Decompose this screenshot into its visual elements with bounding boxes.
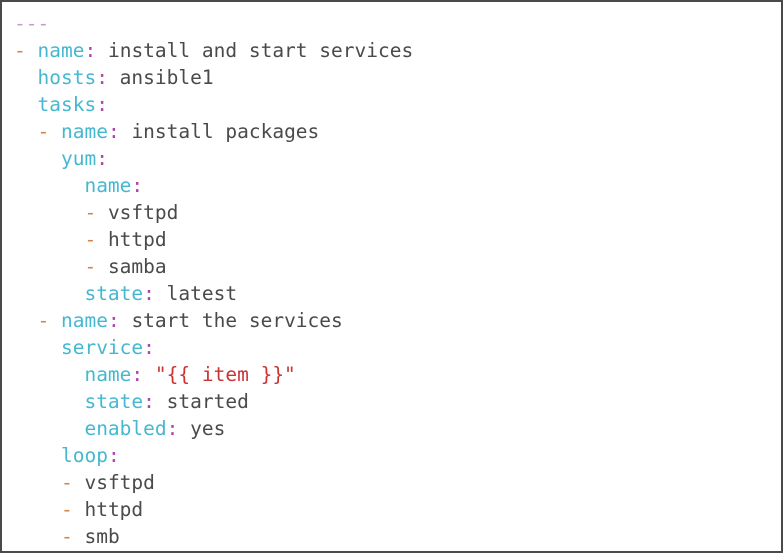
code-line: tasks: <box>14 91 771 118</box>
yaml-key: enabled <box>84 417 167 440</box>
yaml-list-dash: - <box>37 120 50 143</box>
code-line: - name: install and start services <box>14 37 771 64</box>
code-line: - samba <box>14 253 771 280</box>
yaml-list-dash: - <box>60 498 73 521</box>
yaml-value: vsftpd <box>96 201 179 224</box>
code-line: - httpd <box>14 226 771 253</box>
code-line: service: <box>14 334 771 361</box>
code-line: yum: <box>14 145 771 172</box>
yaml-colon: : <box>166 417 179 440</box>
yaml-list-dash: - <box>84 228 97 251</box>
yaml-string: "{{ item }}" <box>154 363 296 386</box>
yaml-colon: : <box>107 120 120 143</box>
yaml-key: loop <box>60 444 108 467</box>
yaml-document-marker: --- <box>14 12 50 35</box>
yaml-value: vsftpd <box>72 471 155 494</box>
yaml-space <box>49 120 61 143</box>
yaml-colon: : <box>96 147 108 170</box>
yaml-colon: : <box>143 336 155 359</box>
yaml-key: state <box>84 282 144 305</box>
yaml-list-dash: - <box>14 39 26 62</box>
code-line: enabled: yes <box>14 415 771 442</box>
yaml-key: name <box>84 174 132 197</box>
yaml-value: start the services <box>119 309 343 332</box>
yaml-list-dash: - <box>84 201 97 224</box>
yaml-value: started <box>154 390 249 413</box>
yaml-space <box>49 309 61 332</box>
code-line: state: started <box>14 388 771 415</box>
yaml-colon: : <box>143 390 155 413</box>
yaml-colon: : <box>84 39 97 62</box>
code-line: - httpd <box>14 496 771 523</box>
yaml-value: yes <box>178 417 226 440</box>
yaml-key: tasks <box>37 93 97 116</box>
yaml-colon: : <box>143 282 155 305</box>
yaml-value: ansible1 <box>107 66 214 89</box>
yaml-value: smb <box>72 525 120 548</box>
yaml-colon: : <box>96 66 108 89</box>
yaml-value: install and start services <box>96 39 414 62</box>
code-line: name: <box>14 172 771 199</box>
yaml-colon: : <box>131 363 144 386</box>
yaml-key: yum <box>60 147 97 170</box>
yaml-list-dash: - <box>37 309 50 332</box>
yaml-value: samba <box>96 255 167 278</box>
code-line: hosts: ansible1 <box>14 64 771 91</box>
yaml-list-dash: - <box>60 525 73 548</box>
yaml-colon: : <box>96 93 108 116</box>
code-line: name: "{{ item }}" <box>14 361 771 388</box>
yaml-value: httpd <box>96 228 167 251</box>
yaml-value: latest <box>154 282 238 305</box>
yaml-key: state <box>84 390 144 413</box>
yaml-value: install packages <box>119 120 320 143</box>
code-line: state: latest <box>14 280 771 307</box>
code-line: - name: start the services <box>14 307 771 334</box>
yaml-space <box>26 39 38 62</box>
code-line: loop: <box>14 442 771 469</box>
yaml-colon: : <box>131 174 144 197</box>
yaml-value: httpd <box>72 498 144 521</box>
code-line: - smb <box>14 523 771 550</box>
yaml-list-dash: - <box>84 255 97 278</box>
code-line: --- <box>14 10 771 37</box>
yaml-colon: : <box>107 444 120 467</box>
yaml-key: name <box>37 39 85 62</box>
yaml-key: name <box>60 309 108 332</box>
yaml-key: name <box>84 363 132 386</box>
yaml-colon: : <box>107 309 120 332</box>
yaml-list-dash: - <box>60 471 73 494</box>
yaml-code-block[interactable]: --- - name: install and start services ho… <box>0 0 783 553</box>
yaml-key: name <box>60 120 108 143</box>
code-line: - name: install packages <box>14 118 771 145</box>
code-line: - vsftpd <box>14 199 771 226</box>
code-line: - vsftpd <box>14 469 771 496</box>
yaml-key: hosts <box>37 66 97 89</box>
yaml-key: service <box>60 336 144 359</box>
yaml-space <box>143 363 155 386</box>
